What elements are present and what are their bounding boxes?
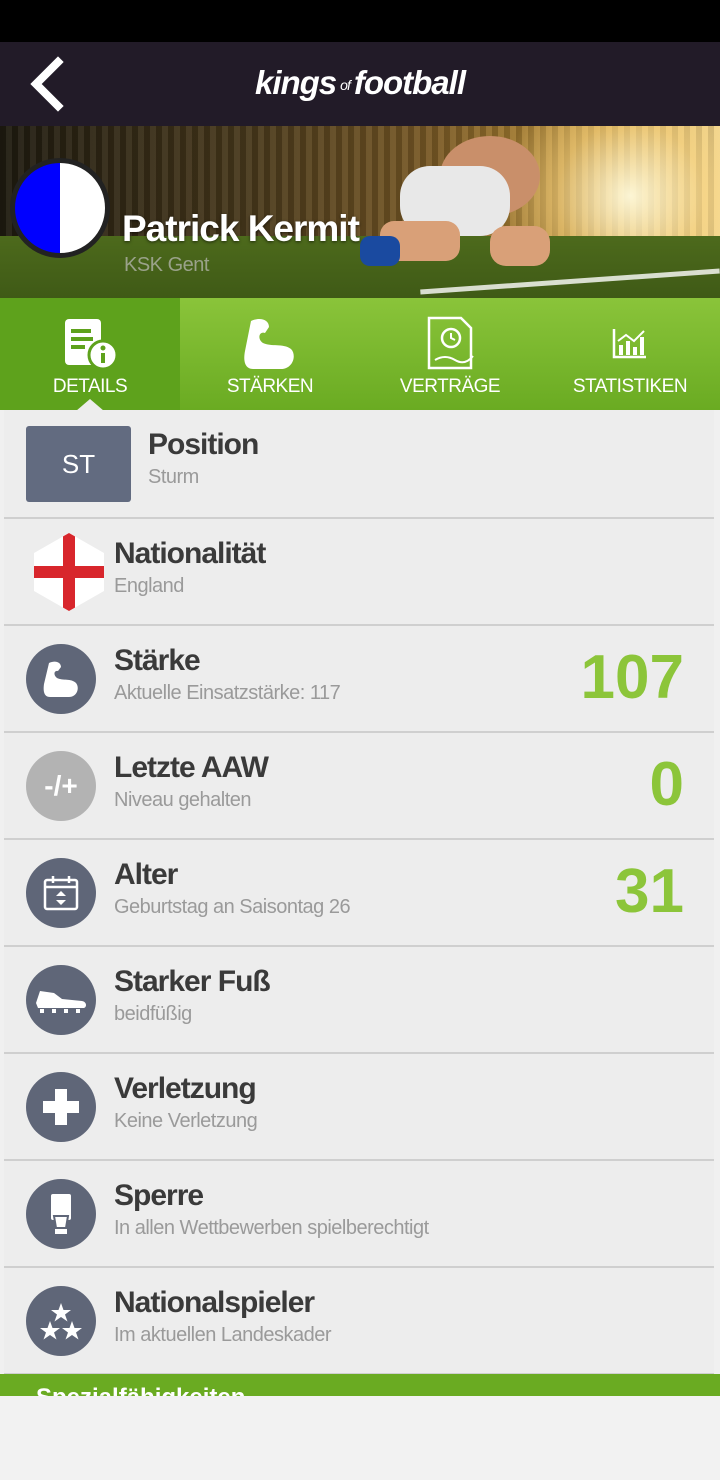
tab-label: DETAILS — [52, 376, 128, 397]
player-details-list: ST Position Sturm Nationalität England S… — [0, 410, 720, 1375]
row-title: Nationalität — [114, 537, 266, 570]
tab-label: STATISTIKEN — [572, 376, 688, 397]
list-item-national-player: Nationalspieler Im aktuellen Landeskader — [4, 1268, 714, 1375]
tab-label: STÄRKEN — [226, 376, 314, 397]
contract-icon — [427, 316, 474, 370]
logo-text-football: football — [353, 64, 466, 101]
football-boot-icon — [26, 965, 96, 1035]
row-title: Verletzung — [114, 1072, 257, 1105]
list-item-injury: Verletzung Keine Verletzung — [4, 1054, 714, 1161]
stats-chart-icon — [612, 329, 646, 359]
special-abilities-header[interactable]: Spezialfähigkeiten — [0, 1374, 720, 1396]
tab-vertraege[interactable]: VERTRÄGE — [360, 298, 540, 410]
row-subtitle: In allen Wettbewerben spielberechtigt — [114, 1217, 429, 1239]
calendar-icon — [26, 858, 96, 928]
row-title: Letzte AAW — [114, 751, 269, 784]
app-logo: kings of football — [0, 64, 720, 102]
list-item-position: ST Position Sturm — [4, 410, 714, 519]
card-hand-icon — [26, 1179, 96, 1249]
stars-icon — [26, 1286, 96, 1356]
row-subtitle: beidfüßig — [114, 1003, 192, 1025]
row-subtitle: Keine Verletzung — [114, 1110, 258, 1132]
row-title: Stärke — [114, 644, 201, 677]
plus-minus-text: -/+ — [44, 770, 78, 801]
tab-details[interactable]: DETAILS — [0, 298, 180, 411]
muscle-icon — [244, 319, 294, 369]
list-item-last-aaw: -/+ Letzte AAW Niveau gehalten 0 — [4, 733, 714, 840]
list-item-suspension: Sperre In allen Wettbewerben spielberech… — [4, 1161, 714, 1268]
player-hero-banner: Patrick Kermit KSK Gent — [0, 126, 720, 298]
position-badge: ST — [26, 426, 131, 502]
row-title: Starker Fuß — [114, 965, 271, 998]
logo-text-kings: kings — [254, 64, 337, 101]
row-subtitle: Niveau gehalten — [114, 789, 252, 811]
tab-statistiken[interactable]: STATISTIKEN — [540, 298, 720, 410]
row-subtitle: Aktuelle Einsatzstärke: 117 — [114, 682, 341, 704]
bottom-area — [0, 1396, 720, 1480]
list-item-age: Alter Geburtstag an Saisontag 26 31 — [4, 840, 714, 947]
muscle-icon — [26, 644, 96, 714]
logo-text-of: of — [340, 77, 351, 94]
row-subtitle: Geburtstag an Saisontag 26 — [114, 896, 351, 918]
list-item-strong-foot: Starker Fuß beidfüßig — [4, 947, 714, 1054]
plus-minus-icon: -/+ — [26, 751, 96, 821]
list-item-nationality: Nationalität England — [4, 519, 714, 626]
list-item-strength: Stärke Aktuelle Einsatzstärke: 117 107 — [4, 626, 714, 733]
strength-value: 107 — [580, 643, 684, 712]
app-header: kings of football — [0, 42, 720, 126]
row-title: Nationalspieler — [114, 1286, 315, 1319]
row-subtitle: Sturm — [148, 466, 199, 488]
details-icon — [65, 319, 119, 371]
age-value: 31 — [615, 857, 684, 926]
player-club: KSK Gent — [124, 254, 209, 276]
england-flag-icon — [34, 533, 104, 611]
row-subtitle: Im aktuellen Landeskader — [114, 1324, 332, 1346]
club-crest — [10, 158, 110, 258]
player-tabs: DETAILS STÄRKEN VERTRÄGE STATISTIKEN — [0, 298, 720, 411]
tab-label: VERTRÄGE — [399, 376, 501, 397]
row-subtitle: England — [114, 575, 184, 597]
row-title: Position — [148, 428, 259, 461]
tab-staerken[interactable]: STÄRKEN — [180, 298, 360, 410]
cross-icon — [26, 1072, 96, 1142]
special-abilities-label: Spezialfähigkeiten — [36, 1384, 245, 1396]
row-title: Alter — [114, 858, 178, 891]
status-bar — [0, 0, 720, 42]
row-title: Sperre — [114, 1179, 204, 1212]
last-aaw-value: 0 — [649, 750, 684, 819]
player-name: Patrick Kermit — [122, 208, 360, 249]
player-photo — [360, 136, 550, 266]
